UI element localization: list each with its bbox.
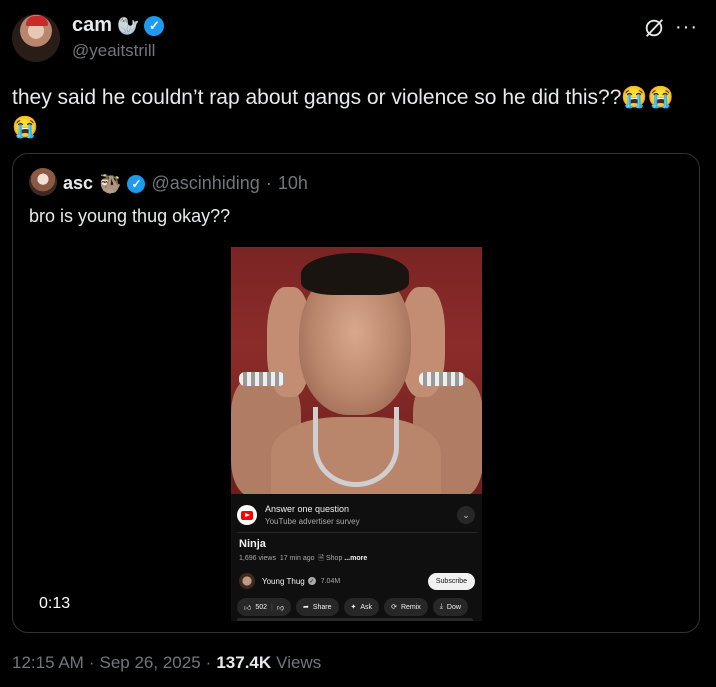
subscribe-button[interactable]: Subscribe (427, 572, 475, 590)
channel-subscribers: 7.04M (320, 577, 341, 585)
thumbs-down-icon[interactable]: 👎︎ (277, 603, 284, 612)
chevron-down-icon[interactable]: ⌄ (457, 506, 475, 524)
video-meta: 1,696 views 17 min ago 🗎 Shop ...more (239, 554, 367, 565)
quoted-text: bro is young thug okay?? (29, 206, 231, 226)
seal-emoji: 🦭 (117, 15, 140, 36)
ad-title: Answer one question (265, 504, 350, 514)
quoted-header: asc 🦥 ✓ @ascinhiding · 10h (63, 173, 308, 194)
video-title: Ninja (239, 538, 266, 550)
footer-separator: · (205, 653, 212, 672)
ask-label: Ask (360, 603, 373, 611)
video-frame-photo (231, 247, 482, 494)
views-count[interactable]: 137.4K (216, 653, 271, 673)
shop-icon: 🗎 (318, 555, 325, 562)
ask-button[interactable]: ✦ Ask (343, 598, 380, 616)
video-age: 17 min ago (279, 555, 315, 562)
youtube-panel: Answer one question YouTube advertiser s… (231, 494, 482, 621)
remix-label: Remix (400, 603, 421, 611)
video-timer: 0:13 (39, 595, 71, 612)
channel-row: Young Thug ✓ 7.04M Subscribe (239, 572, 475, 590)
verified-badge-icon: ✓ (144, 15, 165, 36)
video-player[interactable]: Answer one question YouTube advertiser s… (231, 247, 482, 621)
divider (237, 532, 477, 533)
sloth-emoji: 🦥 (99, 173, 122, 194)
quoted-time[interactable]: 10h (278, 173, 308, 194)
views-label: Views (276, 653, 322, 672)
remix-button[interactable]: ⟳ Remix (384, 598, 428, 616)
download-icon: ⤓ (439, 603, 443, 610)
youtube-logo-icon (237, 505, 257, 525)
post-time[interactable]: 12:15 AM (12, 653, 84, 673)
tweet-text: they said he couldn’t rap about gangs or… (12, 86, 674, 139)
remix-icon: ⟳ (391, 604, 397, 611)
author-handle[interactable]: @yeaitstrill (72, 41, 155, 61)
quoted-verified-badge-icon: ✓ (127, 174, 146, 193)
post-date[interactable]: Sep 26, 2025 (100, 653, 201, 673)
like-button[interactable]: 👍︎ 502 | 👎︎ (237, 598, 291, 616)
shop-link[interactable]: Shop (326, 555, 342, 562)
quoted-handle[interactable]: @ascinhiding (151, 173, 259, 194)
share-icon: ➦ (302, 604, 309, 611)
sparkle-icon: ✦ (350, 604, 357, 611)
author-display-name[interactable]: cam (72, 14, 112, 37)
channel-name[interactable]: Young Thug (262, 577, 305, 586)
santa-hat (26, 16, 48, 26)
author-name-row: cam 🦭 ✓ (72, 14, 165, 37)
more-link[interactable]: ...more (344, 555, 367, 562)
download-button[interactable]: ⤓ Dow (432, 598, 468, 616)
ad-survey-row[interactable]: Answer one question YouTube advertiser s… (237, 500, 477, 530)
grok-icon[interactable] (643, 17, 665, 39)
tweet-footer: 12:15 AM · Sep 26, 2025 · 137.4K Views (12, 653, 321, 673)
quoted-separator: · (265, 173, 272, 193)
author-avatar[interactable] (12, 14, 60, 62)
channel-verified-icon: ✓ (307, 577, 316, 585)
channel-avatar[interactable] (239, 573, 255, 589)
download-label: Dow (446, 603, 461, 611)
thumbs-up-icon: 👍︎ (244, 604, 252, 612)
ad-subtitle: YouTube advertiser survey (265, 517, 360, 526)
top-actions: ··· (643, 16, 698, 39)
quoted-tweet[interactable]: asc 🦥 ✓ @ascinhiding · 10h bro is young … (12, 153, 700, 633)
video-actions: 👍︎ 502 | 👎︎ ➦ Share ✦ Ask ⟳ Remix ⤓ Dow (237, 598, 468, 616)
more-options-icon[interactable]: ··· (675, 16, 698, 39)
next-item-bar (237, 618, 473, 621)
like-count: 502 (255, 603, 268, 611)
quoted-author-avatar[interactable] (29, 168, 57, 196)
quoted-display-name[interactable]: asc (63, 173, 93, 194)
footer-separator: · (88, 653, 95, 672)
video-views: 1,696 views (239, 555, 276, 562)
share-label: Share (312, 603, 332, 611)
share-button[interactable]: ➦ Share (295, 598, 339, 616)
